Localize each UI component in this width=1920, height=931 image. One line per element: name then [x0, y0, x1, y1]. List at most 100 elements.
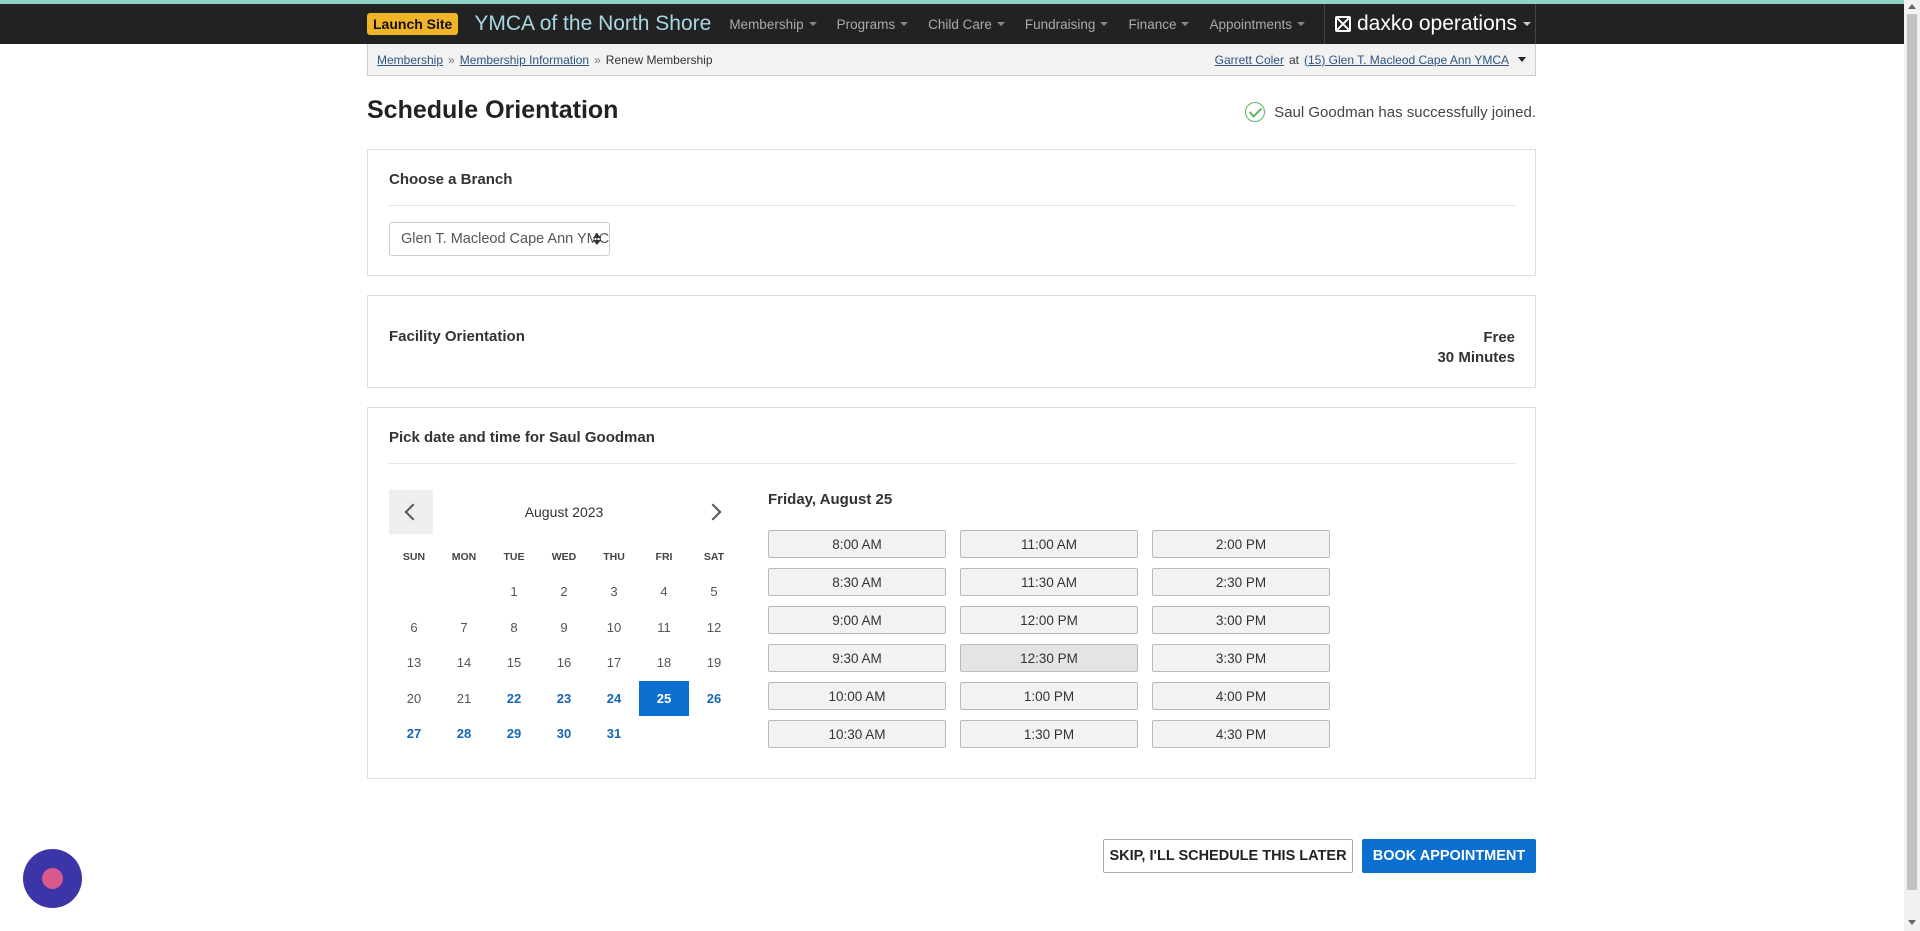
prev-month-button[interactable]: [389, 490, 433, 534]
launch-site-button[interactable]: Launch Site: [367, 13, 459, 35]
nav-menu-label: Child Care: [928, 16, 992, 32]
brand-name[interactable]: YMCA of the North Shore: [474, 12, 711, 36]
user-name-link[interactable]: Garrett Coler: [1215, 53, 1284, 67]
location-dropdown-icon[interactable]: [1518, 57, 1526, 62]
branch-select-value: Glen T. Macleod Cape Ann YMCA: [401, 231, 610, 247]
nav-menu-fundraising[interactable]: Fundraising: [1025, 17, 1109, 32]
chevron-right-icon: [704, 503, 722, 521]
time-slot-button[interactable]: 8:00 AM: [768, 530, 946, 558]
weekday-header: THU: [603, 551, 625, 563]
calendar-day: 19: [706, 655, 722, 670]
skip-schedule-button[interactable]: SKIP, I'LL SCHEDULE THIS LATER: [1103, 839, 1353, 873]
caret-down-icon: [900, 22, 909, 26]
success-text: Saul Goodman has successfully joined.: [1274, 103, 1536, 121]
calendar-day: 8: [510, 619, 518, 635]
user-location-link[interactable]: (15) Glen T. Macleod Cape Ann YMCA: [1304, 53, 1509, 67]
weekday-header: WED: [551, 551, 577, 563]
caret-down-icon: [996, 22, 1005, 26]
time-slot-button[interactable]: 2:00 PM: [1152, 530, 1330, 558]
time-slot-button[interactable]: 9:00 AM: [768, 606, 946, 634]
calendar-day: 12: [706, 619, 722, 635]
nav-menu-appointments[interactable]: Appointments: [1209, 16, 1306, 32]
calendar-day[interactable]: 30: [539, 716, 589, 752]
calendar-day[interactable]: 29: [489, 716, 539, 752]
weekday-header: MON: [451, 551, 477, 563]
nav-menu-membership[interactable]: Membership: [729, 17, 817, 32]
weekday-header: TUE: [503, 551, 525, 563]
calendar-day[interactable]: 26: [689, 681, 739, 717]
facility-details: Free 30 Minutes: [1437, 328, 1515, 368]
calendar-day: 15: [506, 655, 522, 670]
breadcrumb-membership-information[interactable]: Membership Information: [460, 53, 589, 67]
time-slot-button[interactable]: 1:30 PM: [960, 720, 1138, 748]
panel-divider: [389, 205, 1515, 206]
time-slot-button[interactable]: 11:00 AM: [960, 530, 1138, 558]
time-slot-button[interactable]: 2:30 PM: [1152, 568, 1330, 596]
calendar-day: 6: [410, 619, 418, 635]
scroll-thumb[interactable]: [1907, 14, 1917, 890]
weekday-header: SAT: [703, 551, 725, 563]
breadcrumb-membership[interactable]: Membership: [377, 53, 443, 67]
user-info: Garrett Coler at (15) Glen T. Macleod Ca…: [1215, 53, 1526, 67]
calendar-day-selected[interactable]: 25: [639, 680, 689, 716]
page-title: Schedule Orientation: [367, 96, 619, 124]
book-appointment-button[interactable]: BOOK APPOINTMENT: [1362, 839, 1536, 873]
chat-button[interactable]: [23, 849, 82, 908]
facility-heading: Facility Orientation: [389, 328, 525, 345]
daxko-operations-menu[interactable]: daxko operations: [1324, 4, 1536, 44]
breadcrumb-bar: Membership » Membership Information » Re…: [367, 44, 1536, 76]
next-month-button[interactable]: [695, 490, 739, 534]
nav-menu-label: Fundraising: [1024, 16, 1096, 32]
time-slot-button[interactable]: 10:00 AM: [768, 682, 946, 710]
time-slot-button[interactable]: 11:30 AM: [960, 568, 1138, 596]
time-slot-button[interactable]: 8:30 AM: [768, 568, 946, 596]
calendar-day[interactable]: 28: [439, 716, 489, 752]
calendar-day: 3: [610, 584, 618, 599]
branch-select[interactable]: Glen T. Macleod Cape Ann YMCA: [389, 222, 610, 256]
time-slot-button[interactable]: 12:30 PM: [960, 644, 1138, 672]
time-slot-button[interactable]: 1:00 PM: [960, 682, 1138, 710]
calendar-day[interactable]: 22: [489, 681, 539, 717]
caret-down-icon: [1522, 22, 1531, 26]
user-at-text: at: [1288, 52, 1299, 67]
calendar-day[interactable]: 27: [389, 716, 439, 752]
chat-icon: [42, 868, 63, 889]
nav-menu-finance[interactable]: Finance: [1128, 17, 1190, 32]
calendar-day: 11: [657, 619, 671, 635]
time-slot-button[interactable]: 9:30 AM: [768, 644, 946, 672]
caret-down-icon: [1100, 22, 1109, 26]
scroll-down-icon[interactable]: [1908, 920, 1916, 925]
time-slot-button[interactable]: 12:00 PM: [960, 606, 1138, 634]
time-slot-button[interactable]: 10:30 AM: [768, 720, 946, 748]
calendar-day: 7: [460, 619, 468, 635]
branch-heading: Choose a Branch: [389, 171, 513, 188]
time-slot-button[interactable]: 3:00 PM: [1152, 606, 1330, 634]
time-slot-button[interactable]: 3:30 PM: [1152, 644, 1330, 672]
scroll-up-icon[interactable]: [1908, 4, 1916, 9]
breadcrumb-separator: »: [448, 52, 455, 67]
check-circle-icon: [1245, 102, 1266, 122]
calendar-blank: [389, 574, 439, 610]
time-slot-button[interactable]: 4:30 PM: [1152, 720, 1330, 748]
calendar-day: 5: [710, 584, 718, 599]
calendar-day: 13: [406, 655, 422, 670]
page-scrollbar[interactable]: [1904, 0, 1920, 931]
calendar-day: 16: [556, 655, 572, 670]
calendar-day[interactable]: 31: [589, 716, 639, 752]
facility-panel: Facility Orientation Free 30 Minutes: [367, 295, 1536, 388]
facility-price: Free: [1483, 329, 1515, 346]
time-slots: 8:00 AM 8:30 AM 9:00 AM 9:30 AM 10:00 AM 10:3…: [768, 530, 1330, 748]
nav-menu-child-care[interactable]: Child Care: [928, 17, 1005, 32]
caret-down-icon: [1297, 22, 1306, 26]
calendar-day[interactable]: 24: [589, 681, 639, 717]
nav-menu-label: Appointments: [1209, 16, 1293, 32]
picker-heading: Pick date and time for Saul Goodman: [389, 429, 655, 446]
calendar-day: 4: [660, 584, 668, 599]
facility-duration: 30 Minutes: [1437, 349, 1515, 366]
nav-menu-programs[interactable]: Programs: [837, 17, 909, 32]
success-message: Saul Goodman has successfully joined.: [1245, 102, 1536, 122]
time-slot-button[interactable]: 4:00 PM: [1152, 682, 1330, 710]
calendar-day[interactable]: 23: [539, 681, 589, 717]
calendar-day: 18: [656, 655, 672, 670]
calendar-day: 21: [456, 690, 472, 706]
